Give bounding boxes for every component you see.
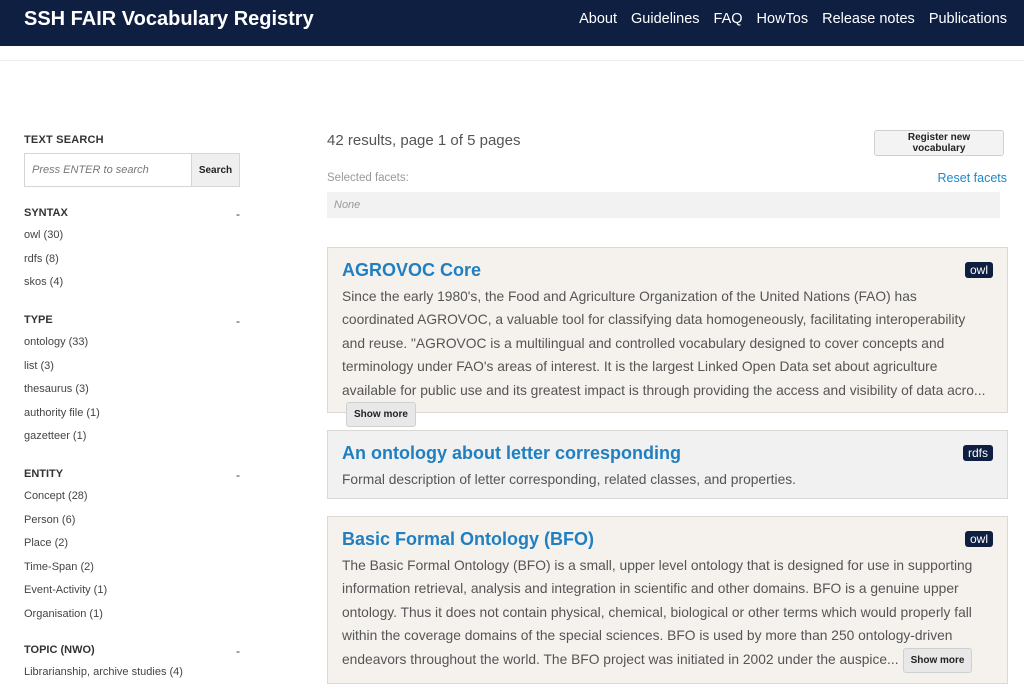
facet-entity: ENTITY - Concept (28) Person (6) Place (… <box>24 468 242 626</box>
result-card: An ontology about letter corresponding r… <box>327 430 1008 499</box>
nav-release-notes[interactable]: Release notes <box>822 11 915 27</box>
syntax-badge: owl <box>964 262 993 278</box>
main-nav: About Guidelines FAQ HowTos Release note… <box>579 11 1007 27</box>
facet-item-concept[interactable]: Concept (28) <box>24 485 242 509</box>
facet-collapse-toggle[interactable]: - <box>236 468 242 484</box>
facet-type: TYPE - ontology (33) list (3) thesaurus … <box>24 314 242 449</box>
register-vocabulary-button[interactable]: Register new vocabulary <box>874 130 1004 156</box>
top-navbar: SSH FAIR Vocabulary Registry About Guide… <box>0 0 1024 46</box>
nav-about[interactable]: About <box>579 11 617 27</box>
facet-item-event-activity[interactable]: Event-Activity (1) <box>24 579 242 603</box>
facet-item-authority-file[interactable]: authority file (1) <box>24 402 242 426</box>
facet-item-thesaurus[interactable]: thesaurus (3) <box>24 378 242 402</box>
facet-topic-nwo: TOPIC (NWO) - Librarianship, archive stu… <box>24 644 242 685</box>
facet-item-librarianship[interactable]: Librarianship, archive studies (4) <box>24 661 242 685</box>
search-box: Search <box>24 153 240 187</box>
facet-item-rdfs[interactable]: rdfs (8) <box>24 248 242 272</box>
facet-collapse-toggle[interactable]: - <box>236 207 242 223</box>
facet-collapse-toggle[interactable]: - <box>236 314 242 330</box>
result-title[interactable]: AGROVOC Core <box>342 260 481 281</box>
result-description: The Basic Formal Ontology (BFO) is a sma… <box>342 554 987 673</box>
facet-title: ENTITY <box>24 468 64 480</box>
results-summary: 42 results, page 1 of 5 pages <box>327 132 521 149</box>
show-more-button[interactable]: Show more <box>902 647 973 673</box>
result-description-text: Formal description of letter correspondi… <box>342 472 796 487</box>
syntax-badge: owl <box>964 531 993 547</box>
result-title[interactable]: An ontology about letter corresponding <box>342 443 681 464</box>
facet-item-time-span[interactable]: Time-Span (2) <box>24 556 242 580</box>
selected-facets-label: Selected facets: <box>327 172 409 184</box>
facet-item-organisation[interactable]: Organisation (1) <box>24 603 242 627</box>
result-description: Since the early 1980's, the Food and Agr… <box>342 285 987 428</box>
selected-facets-box: None <box>327 192 1000 218</box>
facet-syntax: SYNTAX - owl (30) rdfs (8) skos (4) <box>24 207 242 295</box>
header-divider <box>0 60 1024 61</box>
result-title[interactable]: Basic Formal Ontology (BFO) <box>342 529 594 550</box>
nav-publications[interactable]: Publications <box>929 11 1007 27</box>
result-description-text: Since the early 1980's, the Food and Agr… <box>342 289 986 398</box>
search-button[interactable]: Search <box>191 154 239 186</box>
result-card: AGROVOC Core owl Since the early 1980's,… <box>327 247 1008 428</box>
result-description-text: The Basic Formal Ontology (BFO) is a sma… <box>342 558 973 667</box>
facet-item-owl[interactable]: owl (30) <box>24 224 242 248</box>
facet-collapse-toggle[interactable]: - <box>236 644 242 660</box>
facet-item-skos[interactable]: skos (4) <box>24 271 242 295</box>
show-more-button[interactable]: Show more <box>346 402 416 428</box>
facet-item-gazetteer[interactable]: gazetteer (1) <box>24 425 242 449</box>
facet-title: TOPIC (NWO) <box>24 644 95 656</box>
result-card: Basic Formal Ontology (BFO) owl The Basi… <box>327 516 1008 684</box>
nav-howtos[interactable]: HowTos <box>757 11 809 27</box>
facet-item-place[interactable]: Place (2) <box>24 532 242 556</box>
search-input[interactable] <box>25 154 191 186</box>
reset-facets-link[interactable]: Reset facets <box>938 171 1007 185</box>
syntax-badge: rdfs <box>962 445 993 461</box>
site-brand[interactable]: SSH FAIR Vocabulary Registry <box>24 8 314 31</box>
nav-faq[interactable]: FAQ <box>714 11 743 27</box>
facet-title: SYNTAX <box>24 207 68 219</box>
filter-sidebar: TEXT SEARCH Search SYNTAX - owl (30) rdf… <box>24 134 242 678</box>
text-search-title: TEXT SEARCH <box>24 134 104 146</box>
result-description: Formal description of letter correspondi… <box>342 468 987 491</box>
facet-item-person[interactable]: Person (6) <box>24 509 242 533</box>
facet-item-ontology[interactable]: ontology (33) <box>24 331 242 355</box>
facet-title: TYPE <box>24 314 53 326</box>
nav-guidelines[interactable]: Guidelines <box>631 11 700 27</box>
facet-item-list[interactable]: list (3) <box>24 355 242 379</box>
